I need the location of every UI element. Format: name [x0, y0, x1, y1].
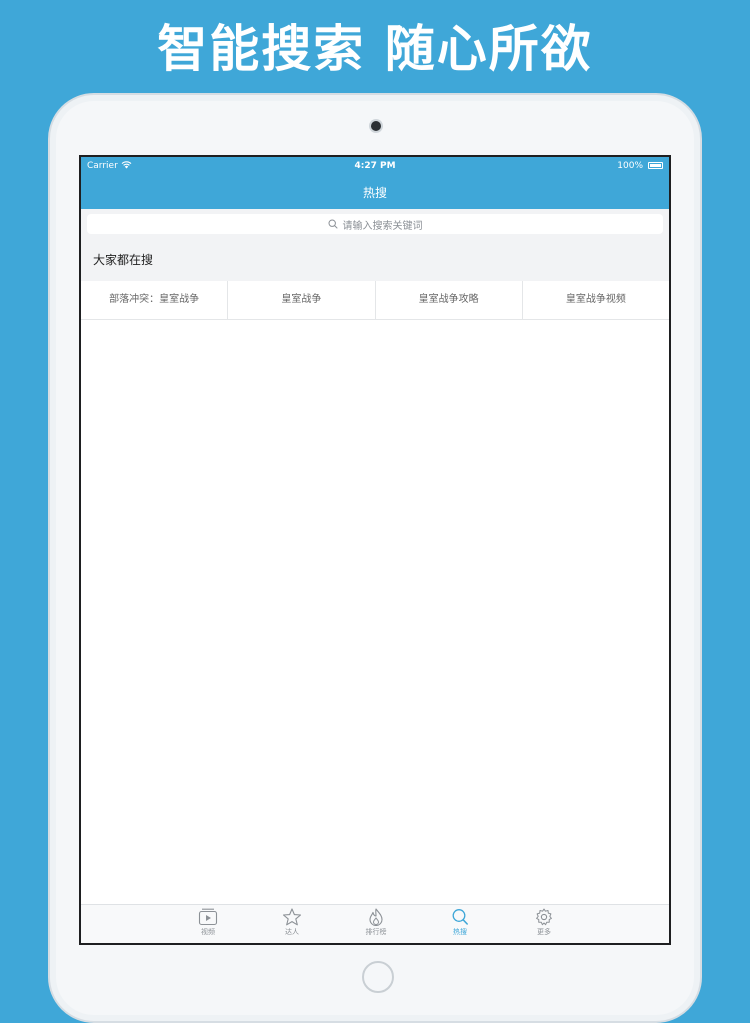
search-input[interactable]: 请输入搜索关键词 — [87, 214, 663, 234]
gear-icon — [536, 908, 552, 926]
tab-bar: 视频 达人 排行榜 热搜 更多 — [81, 904, 669, 943]
search-icon — [452, 909, 468, 925]
tab-experts[interactable]: 达人 — [262, 908, 322, 937]
search-placeholder: 请输入搜索关键词 — [342, 220, 423, 232]
status-time: 4:27 PM — [354, 161, 396, 171]
camera-icon — [371, 121, 381, 131]
device-screen: Carrier 4:27 PM 100% 热搜 请输入搜索关键词 大家都在搜 部… — [79, 155, 671, 945]
star-icon — [282, 908, 302, 926]
flame-icon — [369, 908, 383, 926]
search-bar: 请输入搜索关键词 — [81, 209, 669, 239]
tab-label: 排行榜 — [365, 928, 387, 936]
nav-title: 热搜 — [81, 177, 669, 209]
tab-label: 热搜 — [453, 928, 467, 936]
tab-label: 达人 — [285, 928, 299, 936]
section-title: 大家都在搜 — [81, 239, 669, 281]
hot-tag-item[interactable]: 皇室战争攻略 — [376, 281, 523, 319]
status-bar: Carrier 4:27 PM 100% — [81, 157, 669, 177]
home-button[interactable] — [362, 961, 394, 993]
battery-icon — [648, 162, 663, 169]
tab-hot-search[interactable]: 热搜 — [430, 908, 490, 937]
promo-headline: 智能搜索 随心所欲 — [157, 20, 593, 78]
tab-video[interactable]: 视频 — [178, 908, 238, 937]
hot-tag-item[interactable]: 皇室战争视频 — [523, 281, 669, 319]
tab-more[interactable]: 更多 — [514, 908, 574, 937]
hot-tag-item[interactable]: 皇室战争 — [228, 281, 376, 319]
tab-ranking[interactable]: 排行榜 — [346, 908, 406, 937]
hot-tag-item[interactable]: 部落冲突：皇室战争 — [81, 281, 229, 319]
search-icon — [327, 219, 338, 229]
tab-label: 视频 — [201, 928, 215, 936]
tab-label: 更多 — [537, 928, 551, 936]
video-icon — [198, 908, 218, 926]
battery-percent: 100% — [617, 161, 643, 171]
hot-tags: 部落冲突：皇室战争 皇室战争 皇室战争攻略 皇室战争视频 — [81, 281, 669, 320]
